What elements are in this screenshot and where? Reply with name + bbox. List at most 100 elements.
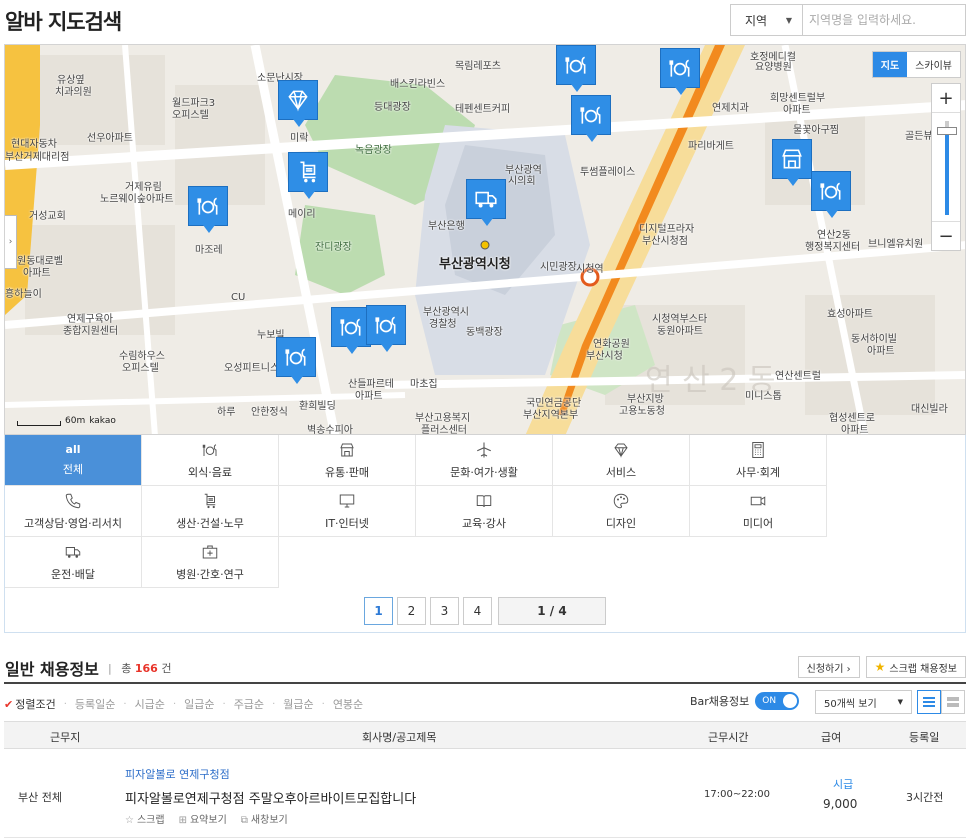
bar-jobs-toggle[interactable]: ON <box>755 692 800 710</box>
category-office[interactable]: 사무·회계 <box>690 435 827 486</box>
dot-separator: · <box>222 698 226 710</box>
map-label: 파리바게트 <box>688 141 734 152</box>
sort-monthly[interactable]: 월급순 <box>283 696 313 712</box>
category-service[interactable]: 서비스 <box>553 435 690 486</box>
plus-box-icon: ⊞ <box>178 815 187 826</box>
table-row[interactable]: 부산 전체 피자알볼로 연제구청점 피자알볼로연제구청점 주말오후아르바이트모집… <box>4 750 966 838</box>
per-page-select[interactable]: 50개씩 보기 ▼ <box>815 690 912 714</box>
category-retail[interactable]: 유통·판매 <box>279 435 416 486</box>
column-header: 등록일 <box>909 731 940 744</box>
map-marker-restaurant[interactable] <box>331 307 371 354</box>
category-label: 운전·배달 <box>51 567 95 581</box>
map-marker-service[interactable] <box>278 80 318 127</box>
sort-yearly[interactable]: 연봉순 <box>333 696 363 712</box>
sort-daily[interactable]: 일급순 <box>184 696 214 712</box>
zoom-slider[interactable] <box>932 112 960 222</box>
scrap-jobs-button[interactable]: ★ 스크랩 채용정보 <box>865 656 966 678</box>
map-label: 물꽃아구찜 <box>793 125 839 136</box>
map-label: 아파트 <box>355 391 383 402</box>
map-label: 환희빌딩 <box>299 401 336 412</box>
apply-button[interactable]: 신청하기 › <box>797 656 860 678</box>
scrap-link[interactable]: ☆ 스크랩 <box>125 811 165 826</box>
category-sales[interactable]: 고객상담·영업·리서치 <box>5 486 142 537</box>
per-page-label: 50개씩 보기 <box>824 698 877 710</box>
category-all[interactable]: all 전체 <box>5 435 142 486</box>
category-food[interactable]: 외식·음료 <box>142 435 279 486</box>
jobs-count: | 총 166 건 <box>108 660 171 676</box>
page-button[interactable]: 3 <box>430 597 459 625</box>
map-marker-restaurant[interactable] <box>188 186 228 233</box>
sort-date[interactable]: 등록일순 <box>75 696 115 712</box>
map-side-toggle[interactable]: › <box>5 215 17 269</box>
map[interactable]: 연 산 2 동 유상옆 치과의원 소문난시장 배스킨라빈스 목림레포츠 호정메디… <box>4 44 966 435</box>
region-select-label: 지역 <box>745 13 768 28</box>
map-label: 대신빌라 <box>911 404 948 415</box>
grid-view-button[interactable] <box>941 690 965 714</box>
map-label: 시의회 <box>508 176 536 187</box>
list-view-button[interactable] <box>917 690 941 714</box>
sort-hourly[interactable]: 시급순 <box>135 696 165 712</box>
map-label: 골든뷰 <box>905 131 933 142</box>
map-label: 배스킨라빈스 <box>390 79 446 90</box>
restaurant-icon <box>375 316 396 334</box>
job-title[interactable]: 피자알볼로연제구청점 주말오후아르바이트모집합니다 <box>125 788 416 807</box>
new-window-link[interactable]: ⧉ 새창보기 <box>241 811 288 826</box>
map-marker-delivery[interactable] <box>466 179 506 226</box>
monitor-icon <box>339 494 355 507</box>
restaurant-icon <box>580 106 601 124</box>
section-divider <box>4 682 966 684</box>
cart-icon <box>204 493 216 508</box>
map-type-map[interactable]: 지도 <box>872 52 908 77</box>
divider: | <box>108 662 112 675</box>
page-button[interactable]: 4 <box>463 597 492 625</box>
category-production[interactable]: 생산·건설·노무 <box>142 486 279 537</box>
list-icon <box>923 697 935 707</box>
category-design[interactable]: 디자인 <box>553 486 690 537</box>
zoom-out-button[interactable]: − <box>932 222 960 250</box>
diamond-icon <box>614 443 628 458</box>
map-label: 노르웨이숲아파트 <box>100 194 174 205</box>
category-delivery[interactable]: 운전·배달 <box>5 537 142 588</box>
region-select[interactable]: 지역 ▼ <box>731 5 803 35</box>
category-culture[interactable]: 문화·여가·생활 <box>416 435 553 486</box>
map-label: 미니스톱 <box>745 391 782 402</box>
category-it[interactable]: IT·인터넷 <box>279 486 416 537</box>
category-label: 병원·간호·연구 <box>176 567 244 581</box>
job-company[interactable]: 피자알볼로 연제구청점 <box>125 766 230 782</box>
map-type-skyview[interactable]: 스카이뷰 <box>907 52 960 77</box>
summary-link[interactable]: ⊞ 요약보기 <box>179 811 227 826</box>
map-marker-restaurant[interactable] <box>571 95 611 142</box>
page-button[interactable]: 1 <box>364 597 393 625</box>
job-pay: 9,000 <box>823 797 858 811</box>
diamond-icon <box>288 90 308 112</box>
sort-weekly[interactable]: 주급순 <box>234 696 264 712</box>
category-media[interactable]: 미디어 <box>690 486 827 537</box>
map-label: 목림레포츠 <box>455 61 501 72</box>
map-label: 미락 <box>290 133 309 144</box>
map-label: 부산시청 <box>586 351 623 362</box>
map-marker-restaurant[interactable] <box>811 171 851 218</box>
job-pay-type: 시급 <box>833 778 854 791</box>
page-button[interactable]: 2 <box>397 597 426 625</box>
category-education[interactable]: 교육·강사 <box>416 486 553 537</box>
category-label: 문화·여가·생활 <box>450 465 518 479</box>
zoom-in-button[interactable]: + <box>932 84 960 112</box>
map-label: 거성교회 <box>29 211 66 222</box>
map-label: 동원아파트 <box>657 326 703 337</box>
map-marker-retail[interactable] <box>772 139 812 186</box>
zoom-handle[interactable] <box>937 127 957 135</box>
map-label: 하루 <box>217 407 236 418</box>
sort-default[interactable]: ✔ 정렬조건 <box>4 696 56 712</box>
map-marker-production[interactable] <box>288 152 328 199</box>
map-marker-restaurant[interactable] <box>276 337 316 384</box>
category-medical[interactable]: 병원·간호·연구 <box>142 537 279 588</box>
restaurant-icon <box>340 318 361 336</box>
region-input[interactable] <box>803 5 965 35</box>
map-marker-restaurant[interactable] <box>660 48 700 95</box>
map-label: 연산센트럴 <box>775 371 821 382</box>
new-window-label: 새창보기 <box>250 815 288 826</box>
page-title: 알바 지도검색 <box>5 10 122 34</box>
map-marker-restaurant[interactable] <box>556 45 596 92</box>
map-marker-restaurant[interactable] <box>366 305 406 352</box>
map-label: 동백광장 <box>466 327 503 338</box>
